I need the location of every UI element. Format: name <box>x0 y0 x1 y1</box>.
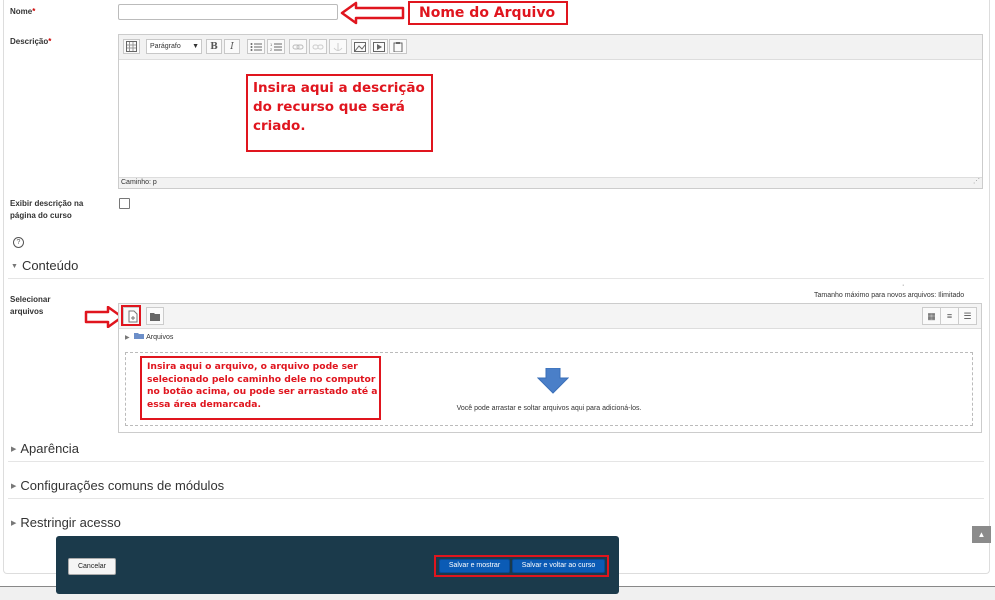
show-description-label: Exibir descrição na página do curso <box>10 198 92 222</box>
cancel-label: Cancelar <box>77 563 106 570</box>
select-files-text: Selecionar arquivos <box>10 295 51 316</box>
section-restrict-access-title: Restringir acesso <box>20 515 121 530</box>
file-picker-toolbar: ▦ ≡ ☰ <box>119 304 981 329</box>
name-label: Nome* <box>10 6 35 18</box>
annotation-save-highlight: Salvar e mostrar Salvar e voltar ao curs… <box>434 555 609 577</box>
paste-icon[interactable] <box>389 39 407 54</box>
media-icon[interactable] <box>370 39 388 54</box>
editor-status-bar: Caminho: p ⋰ <box>119 177 982 188</box>
max-size-text: Tamanho máximo para novos arquivos: Ilim… <box>814 292 965 299</box>
annotation-arrow-name <box>340 1 405 25</box>
editor-toolbar: Parágrafo ▼ B I 12 <box>119 35 982 60</box>
max-size-info: Tamanho máximo para novos arquivos: Ilim… <box>814 292 964 299</box>
section-common-settings-header[interactable]: ▶ Configurações comuns de módulos <box>11 478 224 493</box>
section-appearance-header[interactable]: ▶ Aparência <box>11 441 79 456</box>
description-label: Descrição* <box>10 36 51 48</box>
toolbar-toggle-icon[interactable] <box>123 39 140 54</box>
expanded-triangle-icon: ▼ <box>11 263 18 270</box>
svg-text:2: 2 <box>270 47 273 52</box>
numbered-list-icon[interactable]: 12 <box>267 39 285 54</box>
path-triangle-icon: ▶ <box>125 335 130 341</box>
italic-label: I <box>230 42 234 52</box>
editor-path: Caminho: p <box>121 179 157 186</box>
annotation-name-box: Nome do Arquivo <box>408 1 568 25</box>
paragraph-format-select[interactable]: Parágrafo ▼ <box>146 39 202 54</box>
annotation-add-file-highlight <box>121 305 141 326</box>
annotation-file-text: Insira aqui o arquivo, o arquivo pode se… <box>147 361 378 410</box>
section-common-settings-title: Configurações comuns de módulos <box>20 478 225 493</box>
create-folder-icon[interactable] <box>146 307 164 325</box>
annotation-name-text: Nome do Arquivo <box>419 5 556 21</box>
name-label-text: Nome <box>10 7 33 16</box>
question-circle-icon[interactable]: ? <box>13 237 24 248</box>
save-and-return-label: Salvar e voltar ao curso <box>521 562 596 569</box>
show-description-text: Exibir descrição na página do curso <box>10 199 84 220</box>
scroll-to-top-icon[interactable]: ▲ <box>972 526 991 543</box>
unlink-icon[interactable] <box>309 39 327 54</box>
collapsed-triangle-icon: ▶ <box>11 446 17 453</box>
section-content-title: Conteúdo <box>21 258 79 273</box>
image-icon[interactable] <box>351 39 369 54</box>
download-arrow-icon <box>537 368 569 394</box>
icon-view-icon[interactable]: ▦ <box>922 307 941 325</box>
collapsed-triangle-icon: ▶ <box>11 520 17 527</box>
show-description-checkbox[interactable] <box>119 198 130 209</box>
required-mark: * <box>32 7 36 16</box>
chevron-down-icon: ▼ <box>192 43 199 50</box>
description-label-text: Descrição <box>10 37 49 46</box>
save-and-return-button[interactable]: Salvar e voltar ao curso <box>512 559 605 573</box>
resize-grip-icon[interactable]: ⋰ <box>971 177 980 187</box>
select-files-label: Selecionar arquivos <box>10 294 80 318</box>
name-input[interactable] <box>118 4 338 20</box>
bullet-list-icon[interactable] <box>247 39 265 54</box>
bold-label: B <box>210 42 218 52</box>
section-divider <box>8 498 984 499</box>
folder-name[interactable]: Arquivos <box>146 334 173 341</box>
section-divider <box>8 461 984 462</box>
file-path-bar: ▶ Arquivos <box>119 329 981 346</box>
annotation-description-text: Insira aqui a descrição do recurso que s… <box>253 80 425 134</box>
save-and-display-label: Salvar e mostrar <box>448 562 501 569</box>
bold-button[interactable]: B <box>206 39 222 54</box>
section-appearance-title: Aparência <box>20 441 79 456</box>
anchor-icon[interactable] <box>329 39 347 54</box>
annotation-description-box: Insira aqui a descrição do recurso que s… <box>246 74 433 152</box>
sticky-footer: Cancelar Salvar e mostrar Salvar e volta… <box>56 536 619 594</box>
required-mark: * <box>48 37 52 46</box>
link-icon[interactable] <box>289 39 307 54</box>
tree-view-icon[interactable]: ☰ <box>958 307 977 325</box>
dot-marker: · <box>902 282 905 289</box>
annotation-file-box: Insira aqui o arquivo, o arquivo pode se… <box>140 356 381 420</box>
folder-icon <box>133 333 144 339</box>
list-view-icon[interactable]: ≡ <box>940 307 959 325</box>
paragraph-format-value: Parágrafo <box>150 43 181 50</box>
italic-button[interactable]: I <box>224 39 240 54</box>
section-divider <box>8 278 984 279</box>
save-and-display-button[interactable]: Salvar e mostrar <box>439 559 510 573</box>
section-content-header[interactable]: ▼ Conteúdo <box>11 258 78 273</box>
cancel-button[interactable]: Cancelar <box>68 558 116 575</box>
section-restrict-access-header[interactable]: ▶ Restringir acesso <box>11 515 121 530</box>
collapsed-triangle-icon: ▶ <box>11 483 17 490</box>
